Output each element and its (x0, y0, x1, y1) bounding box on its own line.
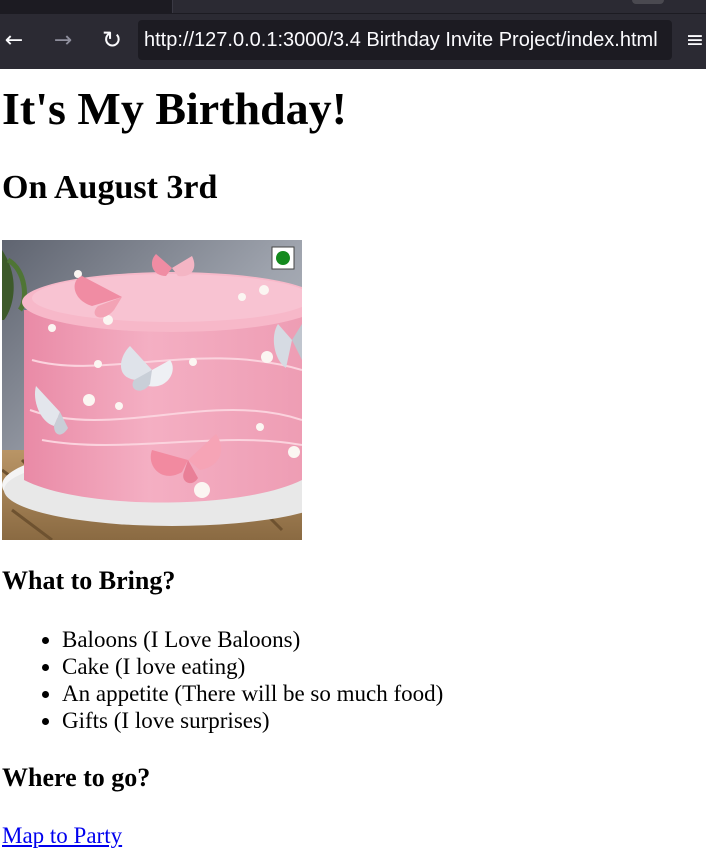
bring-list: Baloons (I Love Baloons) Cake (I love ea… (0, 626, 443, 734)
page-title: It's My Birthday! (2, 83, 347, 134)
back-button[interactable]: ← (0, 26, 28, 54)
list-item: Baloons (I Love Baloons) (62, 626, 443, 653)
hamburger-menu-icon: ≡ (685, 27, 705, 53)
menu-button[interactable]: ≡ (684, 27, 706, 53)
address-bar[interactable]: http://127.0.0.1:3000/3.4 Birthday Invit… (138, 20, 672, 60)
reload-icon: ↻ (101, 26, 123, 54)
date-heading: On August 3rd (2, 169, 218, 206)
arrow-right-icon: → (53, 27, 73, 53)
bring-heading: What to Bring? (2, 566, 176, 595)
reload-button[interactable]: ↻ (98, 26, 126, 54)
page-content: It's My Birthday! On August 3rd What to … (0, 69, 706, 862)
list-item: Gifts (I love surprises) (62, 707, 443, 734)
cake-image (2, 240, 302, 540)
map-link[interactable]: Map to Party (2, 822, 122, 850)
browser-tab-strip (0, 0, 706, 14)
list-item: An appetite (There will be so much food) (62, 680, 443, 707)
url-text[interactable]: http://127.0.0.1:3000/3.4 Birthday Invit… (144, 29, 658, 52)
list-item: Cake (I love eating) (62, 653, 443, 680)
forward-button[interactable]: → (49, 26, 77, 54)
arrow-left-icon: ← (4, 27, 24, 53)
active-tab[interactable] (172, 0, 706, 13)
tab-indicator (632, 0, 664, 4)
browser-toolbar: ← → ↻ http://127.0.0.1:3000/3.4 Birthday… (0, 14, 706, 69)
where-heading: Where to go? (2, 763, 151, 792)
